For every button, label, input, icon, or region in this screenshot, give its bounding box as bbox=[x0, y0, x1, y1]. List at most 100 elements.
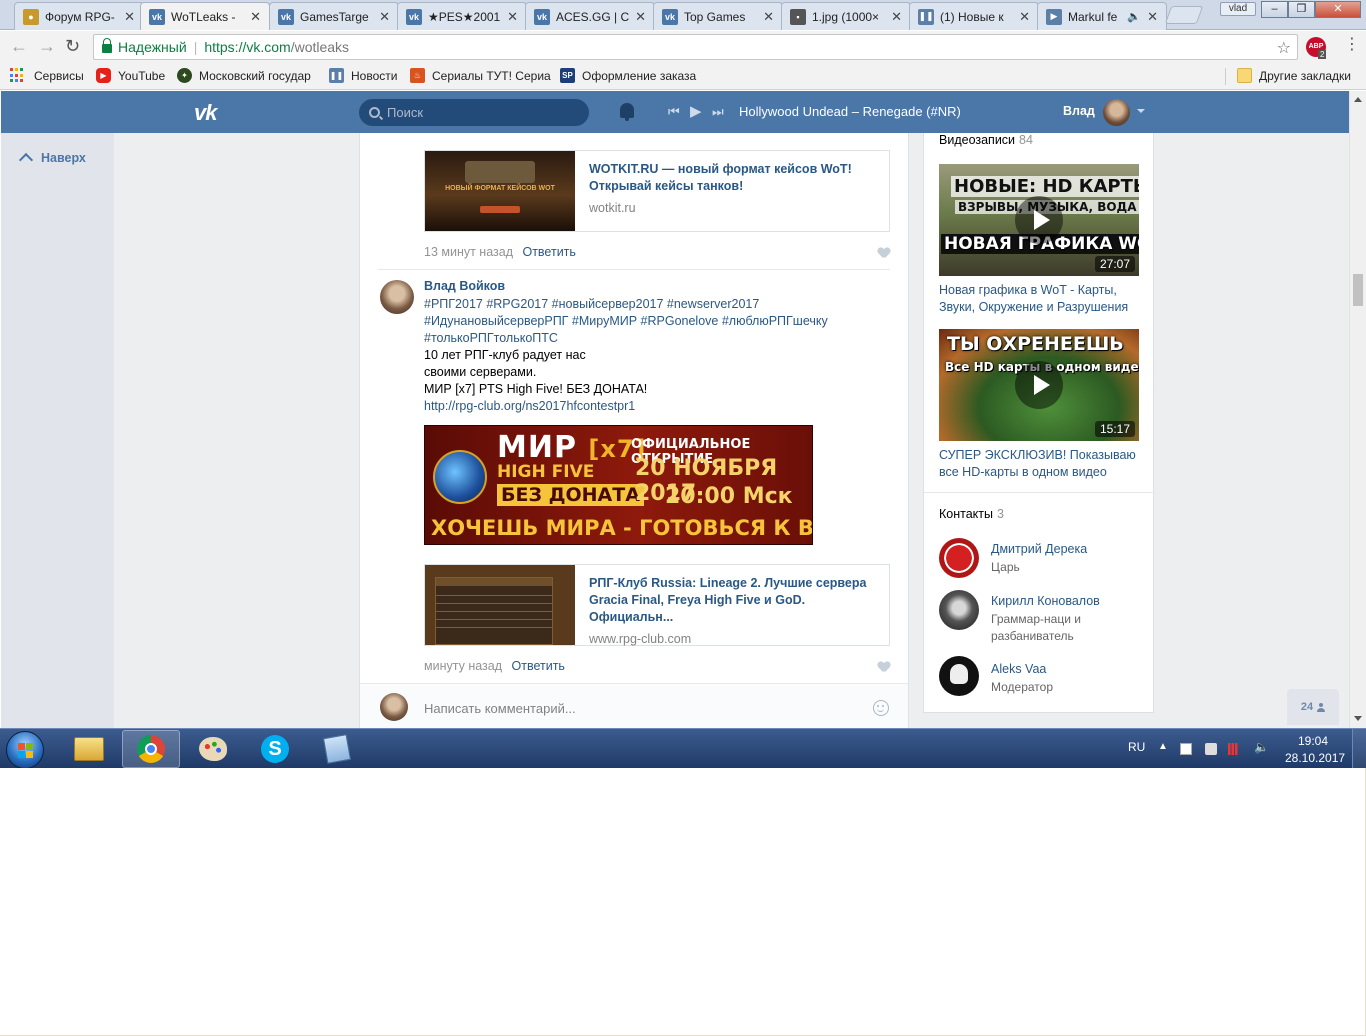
taskbar-explorer[interactable] bbox=[60, 730, 118, 768]
bookmark-serials[interactable]: ♨ Сериалы ТУТ! Сериа bbox=[410, 68, 551, 83]
now-playing-track[interactable]: Hollywood Undead – Renegade (#NR) bbox=[739, 104, 961, 119]
close-icon[interactable]: ✕ bbox=[1147, 9, 1158, 25]
taskbar-paint[interactable] bbox=[184, 730, 242, 768]
scroll-up-arrow-icon[interactable] bbox=[1354, 97, 1362, 102]
minimize-button[interactable]: – bbox=[1261, 1, 1288, 18]
video-caption[interactable]: Новая графика в WoT - Карты, Звуки, Окру… bbox=[939, 282, 1139, 316]
browser-menu-icon[interactable]: ⋮ bbox=[1344, 37, 1360, 53]
post-hashtags[interactable]: #РПГ2017 #RPG2017 #новыйсервер2017 #news… bbox=[424, 296, 884, 347]
browser-tab-active[interactable]: vk WoTLeaks - ✕ bbox=[140, 2, 270, 30]
bookmark-order[interactable]: SP Оформление заказа bbox=[560, 68, 696, 83]
bookmark-youtube[interactable]: ▶ YouTube bbox=[96, 68, 165, 83]
volume-icon[interactable]: 🔈 bbox=[1254, 740, 1269, 754]
profile-chip[interactable]: vlad bbox=[1220, 2, 1256, 16]
bookmark-other-folder[interactable]: Другие закладки bbox=[1237, 68, 1351, 83]
close-icon[interactable]: ✕ bbox=[1019, 9, 1030, 25]
avatar[interactable] bbox=[939, 590, 979, 630]
back-to-top-link[interactable]: Наверх bbox=[18, 151, 86, 168]
close-window-button[interactable]: ✕ bbox=[1315, 1, 1361, 18]
taskbar-chrome[interactable] bbox=[122, 730, 180, 768]
profile-name[interactable]: Влад bbox=[1063, 104, 1095, 118]
start-button[interactable] bbox=[6, 731, 44, 769]
reply-link[interactable]: Ответить bbox=[522, 245, 575, 259]
avatar[interactable] bbox=[939, 538, 979, 578]
close-icon[interactable]: ✕ bbox=[124, 9, 135, 25]
browser-tab[interactable]: ▶ Markul fe 🔈 ✕ bbox=[1037, 2, 1167, 30]
close-icon[interactable]: ✕ bbox=[635, 9, 646, 25]
link-snippet[interactable]: РПГ-Клуб Russia: Lineage 2. Лучшие серве… bbox=[424, 564, 890, 646]
online-friends-button[interactable]: 24 bbox=[1287, 689, 1339, 725]
address-bar[interactable]: Надежный | https://vk.com/wotleaks ☆ bbox=[93, 34, 1298, 60]
back-to-top-column[interactable]: Наверх bbox=[1, 133, 114, 728]
maximize-button[interactable]: ❐ bbox=[1288, 1, 1315, 18]
action-center-flag-icon[interactable] bbox=[1180, 743, 1192, 755]
play-icon[interactable] bbox=[1015, 196, 1063, 244]
video-thumbnail[interactable]: НОВЫЕ: HD КАРТЫ ВЗРЫВЫ, МУЗЫКА, ВОДА НОВ… bbox=[939, 164, 1139, 276]
contact-name[interactable]: Aleks Vaa bbox=[991, 662, 1046, 676]
next-track-icon[interactable]: ⏭ bbox=[712, 104, 724, 120]
reply-link[interactable]: Ответить bbox=[512, 659, 565, 673]
browser-tab[interactable]: ❚❚ (1) Новые к ✕ bbox=[909, 2, 1039, 30]
browser-tab[interactable]: vk ACES.GG | C ✕ bbox=[525, 2, 655, 30]
reload-icon[interactable]: ↻ bbox=[65, 37, 80, 55]
close-icon[interactable]: ✕ bbox=[763, 9, 774, 25]
post-image-banner[interactable]: МИР [x7] HIGH FIVE БЕЗ ДОНАТА ОФИЦИАЛЬНО… bbox=[424, 425, 813, 545]
snippet-title[interactable]: РПГ-Клуб Russia: Lineage 2. Лучшие серве… bbox=[589, 575, 875, 626]
browser-tab[interactable]: ● Форум RPG- ✕ bbox=[14, 2, 144, 30]
page-scrollbar[interactable] bbox=[1349, 91, 1366, 728]
vk-logo-icon[interactable]: vk bbox=[194, 100, 218, 126]
device-icon[interactable] bbox=[1205, 743, 1217, 755]
back-arrow-icon[interactable]: ← bbox=[10, 37, 28, 55]
forward-arrow-icon[interactable]: → bbox=[38, 37, 56, 55]
chevron-down-icon[interactable] bbox=[1137, 109, 1145, 113]
scroll-down-arrow-icon[interactable] bbox=[1354, 716, 1362, 721]
language-indicator[interactable]: RU bbox=[1128, 740, 1145, 754]
play-icon[interactable]: ▶ bbox=[690, 104, 702, 120]
clock-date[interactable]: 28.10.2017 bbox=[1285, 751, 1345, 765]
avatar[interactable] bbox=[1103, 99, 1130, 126]
clock-time[interactable]: 19:04 bbox=[1298, 734, 1328, 748]
bookmark-star-icon[interactable]: ☆ bbox=[1277, 38, 1291, 58]
avatar[interactable] bbox=[939, 656, 979, 696]
close-icon[interactable]: ✕ bbox=[379, 9, 390, 25]
snippet-title[interactable]: WOTKIT.RU — новый формат кейсов WoT! Отк… bbox=[589, 161, 875, 195]
post-time[interactable]: минуту назад bbox=[424, 659, 502, 673]
bookmark-news[interactable]: ❚❚ Новости bbox=[329, 68, 397, 83]
network-signal-icon[interactable] bbox=[1228, 743, 1240, 755]
contact-name[interactable]: Дмитрий Дерека bbox=[991, 542, 1087, 556]
previous-track-icon[interactable]: ⏮ bbox=[668, 104, 680, 120]
contacts-block-title[interactable]: Контакты 3 bbox=[939, 507, 1004, 521]
search-input[interactable]: Поиск bbox=[359, 99, 589, 126]
post-link[interactable]: http://rpg-club.org/ns2017hfcontestpr1 bbox=[424, 398, 884, 415]
browser-tab[interactable]: vk GamesTarge ✕ bbox=[269, 2, 399, 30]
comment-input[interactable]: Написать комментарий... bbox=[424, 701, 576, 716]
close-icon[interactable]: ✕ bbox=[891, 9, 902, 25]
browser-tab[interactable]: vk Top Games ✕ bbox=[653, 2, 783, 30]
link-snippet[interactable]: НОВЫЙ ФОРМАТ КЕЙСОВ WOT WOTKIT.RU — новы… bbox=[424, 150, 890, 232]
bookmark-moscow-university[interactable]: ✦ Московский государ bbox=[177, 68, 311, 83]
new-tab-button[interactable] bbox=[1164, 6, 1204, 24]
browser-tab[interactable]: ▪ 1.jpg (1000× ✕ bbox=[781, 2, 911, 30]
like-heart-icon[interactable] bbox=[878, 662, 890, 673]
comment-composer[interactable]: Написать комментарий... bbox=[360, 683, 908, 728]
browser-tab[interactable]: vk ★PES★2001 ✕ bbox=[397, 2, 527, 30]
like-heart-icon[interactable] bbox=[878, 248, 890, 259]
bookmark-apps[interactable]: Сервисы bbox=[10, 68, 84, 83]
close-icon[interactable]: ✕ bbox=[250, 9, 261, 25]
video-thumbnail[interactable]: ТЫ ОХРЕНЕЕШЬ Все HD карты в одном видео … bbox=[939, 329, 1139, 441]
close-icon[interactable]: ✕ bbox=[507, 9, 518, 25]
taskbar-skype[interactable]: S bbox=[246, 730, 304, 768]
show-desktop-button[interactable] bbox=[1352, 729, 1366, 769]
post-author[interactable]: Влад Войков bbox=[424, 279, 505, 293]
video-caption[interactable]: СУПЕР ЭКСКЛЮЗИВ! Показываю все HD-карты … bbox=[939, 447, 1139, 481]
avatar[interactable] bbox=[380, 280, 414, 314]
scroll-thumb[interactable] bbox=[1353, 274, 1363, 306]
contact-name[interactable]: Кирилл Коновалов bbox=[991, 594, 1100, 608]
snippet-thumbnail[interactable]: НОВЫЙ ФОРМАТ КЕЙСОВ WOT bbox=[425, 151, 575, 231]
snippet-thumbnail[interactable] bbox=[425, 565, 575, 645]
videos-block-title[interactable]: Видеозаписи 84 bbox=[939, 133, 1033, 147]
notifications-bell-icon[interactable] bbox=[620, 103, 634, 121]
show-hidden-icons-icon[interactable]: ▲ bbox=[1158, 741, 1168, 752]
taskbar-notepad[interactable] bbox=[308, 730, 366, 768]
play-icon[interactable] bbox=[1015, 361, 1063, 409]
